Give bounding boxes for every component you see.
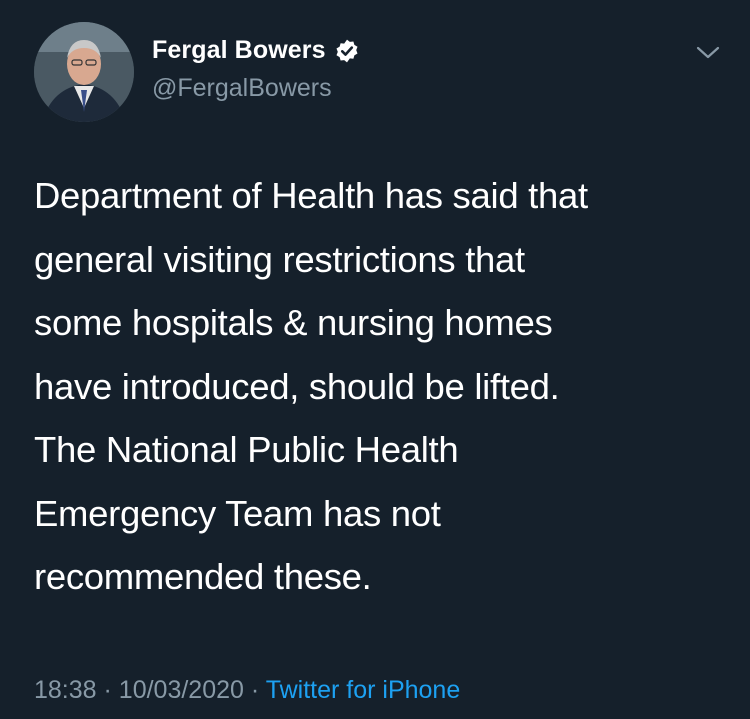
separator: · xyxy=(250,676,260,704)
verified-badge-icon xyxy=(336,39,358,62)
tweet-text-line: have introduced, should be lifted. xyxy=(34,365,560,407)
tweet-text-line: some hospitals & nursing homes xyxy=(34,302,553,343)
avatar[interactable] xyxy=(34,22,134,122)
tweet-source-link[interactable]: Twitter for iPhone xyxy=(266,676,461,704)
tweet-time[interactable]: 18:38 xyxy=(34,676,97,704)
tweet-text-line: Emergency Team has not xyxy=(34,492,441,534)
separator: · xyxy=(103,676,112,704)
tweet-text-line: Department of Health has said that xyxy=(34,175,588,216)
author-name-row[interactable]: Fergal Bowers xyxy=(152,36,360,65)
tweet-metadata: 18:38 · 10/03/2020 · Twitter for iPhone xyxy=(34,676,460,705)
author-handle[interactable]: @FergalBowers xyxy=(152,74,332,103)
profile-photo xyxy=(34,22,134,122)
tweet-text-line: The National Public Health xyxy=(34,429,459,470)
tweet-text-line: recommended these. xyxy=(34,556,372,597)
tweet-text-line: general visiting restrictions that xyxy=(34,238,525,280)
tweet-date[interactable]: 10/03/2020 xyxy=(119,676,244,704)
author-display-name[interactable]: Fergal Bowers xyxy=(152,36,326,65)
chevron-down-icon[interactable] xyxy=(694,40,722,64)
tweet-text: Department of Health has said that gener… xyxy=(34,164,724,609)
